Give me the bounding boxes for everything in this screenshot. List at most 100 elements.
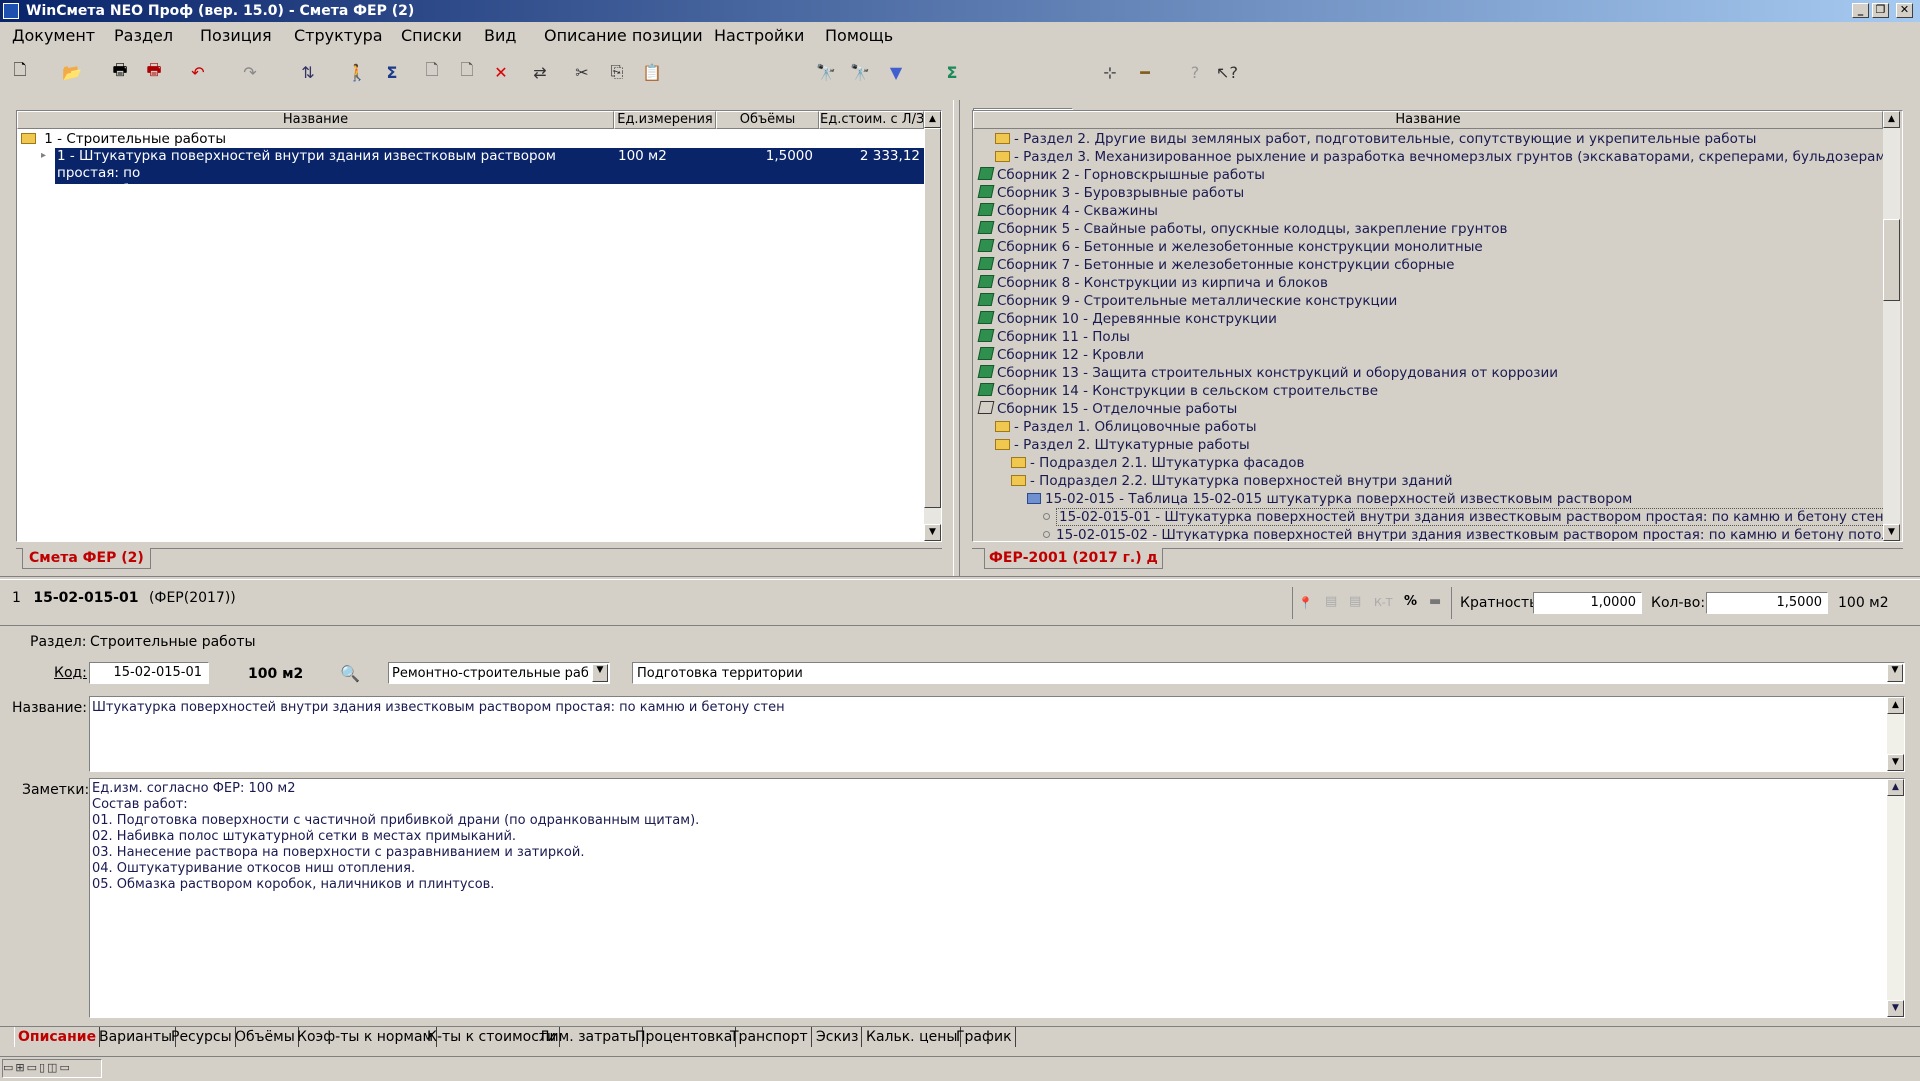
scroll-down-icon[interactable]: ▼: [924, 524, 941, 541]
expand-arrow-icon[interactable]: ▸: [41, 150, 46, 161]
tree-item[interactable]: Сборник 15 - Отделочные работы: [977, 400, 1237, 418]
tab-estimate[interactable]: Смета ФЕР (2): [22, 548, 151, 569]
tree-item[interactable]: 15-02-015-02 - Штукатурка поверхностей в…: [1043, 526, 1883, 541]
menu-section[interactable]: Раздел: [114, 26, 173, 45]
scroll-thumb[interactable]: [924, 128, 941, 508]
tree-column-header-name[interactable]: Название: [973, 111, 1883, 129]
tree-item[interactable]: Сборник 9 - Строительные металлические к…: [977, 292, 1397, 310]
menu-position[interactable]: Позиция: [200, 26, 272, 45]
tree-item[interactable]: Сборник 10 - Деревянные конструкции: [977, 310, 1277, 328]
bottom-tab[interactable]: Лим. затраты: [536, 1027, 643, 1047]
vertical-splitter[interactable]: [953, 100, 960, 576]
right-scrollbar[interactable]: ▲ ▼: [1883, 111, 1900, 541]
scroll-up-icon[interactable]: ▲: [1883, 111, 1900, 128]
bottom-tab[interactable]: Кальк. цены: [863, 1027, 962, 1047]
tree-item[interactable]: Сборник 6 - Бетонные и железобетонные ко…: [977, 238, 1483, 256]
card-icon[interactable]: ▬: [1429, 594, 1441, 609]
bottom-tab[interactable]: Транспорт: [727, 1027, 812, 1047]
bottom-tab[interactable]: Описание: [14, 1027, 101, 1047]
renumber-icon[interactable]: ⇅: [296, 60, 320, 84]
scroll-thumb[interactable]: [1883, 219, 1900, 301]
status-layout-icons[interactable]: ▭⊞▭▯◫▭: [2, 1059, 102, 1078]
table-row[interactable]: ▸ 1 - Штукатурка поверхностей внутри зда…: [17, 148, 924, 198]
bottom-tab[interactable]: Коэф-ты к нормам: [294, 1027, 438, 1047]
tree-item[interactable]: Сборник 3 - Буровзрывные работы: [977, 184, 1244, 202]
menu-help[interactable]: Помощь: [825, 26, 893, 45]
tree-item[interactable]: Сборник 14 - Конструкции в сельском стро…: [977, 382, 1378, 400]
search-norm-icon[interactable]: 🔍: [340, 664, 360, 683]
tab-norms-base[interactable]: ФЕР-2001 (2017 г.) д: [984, 548, 1163, 569]
tree-item[interactable]: - Подраздел 2.2. Штукатурка поверхностей…: [1011, 472, 1452, 490]
column-header-volume[interactable]: Объёмы: [716, 111, 819, 129]
add-row-icon[interactable]: ⊹: [1098, 60, 1122, 84]
code-field[interactable]: 15-02-015-01: [89, 662, 209, 684]
menu-lists[interactable]: Списки: [401, 26, 462, 45]
percent-icon[interactable]: %: [1404, 594, 1417, 609]
print-preview-icon[interactable]: 🖶: [142, 60, 166, 84]
qty-field[interactable]: 1,5000: [1706, 592, 1828, 614]
context-help-icon[interactable]: ↖?: [1215, 60, 1239, 84]
tree-item[interactable]: - Раздел 1. Облицовочные работы: [995, 418, 1257, 436]
pin-icon[interactable]: 📍: [1298, 596, 1313, 610]
tree-item[interactable]: Сборник 5 - Свайные работы, опускные кол…: [977, 220, 1508, 238]
cut-icon[interactable]: ✂: [570, 60, 594, 84]
filter-icon[interactable]: ▼: [884, 60, 908, 84]
left-scrollbar[interactable]: ▲ ▼: [924, 111, 941, 541]
minimize-button[interactable]: _: [1852, 3, 1869, 18]
sum-green-icon[interactable]: Σ: [940, 60, 964, 84]
name-field[interactable]: Штукатурка поверхностей внутри здания из…: [89, 696, 1905, 772]
tree-item[interactable]: Сборник 13 - Защита строительных констру…: [977, 364, 1558, 382]
tree-item[interactable]: - Раздел 3. Механизированное рыхление и …: [995, 148, 1883, 166]
minus-icon[interactable]: ━: [1133, 60, 1157, 84]
section-row[interactable]: 1 - Строительные работы: [17, 130, 924, 148]
tree-item[interactable]: - Подраздел 2.1. Штукатурка фасадов: [1011, 454, 1304, 472]
coeff-table-icon[interactable]: ▤: [1325, 594, 1337, 609]
tree-item[interactable]: Сборник 4 - Скважины: [977, 202, 1158, 220]
print-icon[interactable]: 🖶: [108, 60, 132, 84]
menu-settings[interactable]: Настройки: [714, 26, 804, 45]
new-document-icon[interactable]: 🗋: [8, 60, 32, 84]
chevron-down-icon[interactable]: ▼: [592, 664, 608, 682]
copy-icon[interactable]: ⎘: [605, 60, 629, 84]
tree-item[interactable]: Сборник 2 - Горновскрышные работы: [977, 166, 1265, 184]
tree-item[interactable]: 15-02-015 - Таблица 15-02-015 штукатурка…: [1027, 490, 1632, 508]
menu-structure[interactable]: Структура: [294, 26, 383, 45]
scroll-down-icon[interactable]: ▼: [1887, 1000, 1904, 1017]
menu-view[interactable]: Вид: [484, 26, 516, 45]
notes-field[interactable]: Ед.изм. согласно ФЕР: 100 м2 Состав работ…: [89, 778, 1905, 1018]
multiplicity-field[interactable]: 1,0000: [1533, 592, 1642, 614]
notes-scrollbar[interactable]: ▲ ▼: [1887, 779, 1904, 1017]
binoculars-icon[interactable]: 🔭: [814, 60, 838, 84]
tree-item[interactable]: - Раздел 2. Штукатурные работы: [995, 436, 1250, 454]
delete-icon[interactable]: ✕: [489, 60, 513, 84]
sum-icon[interactable]: Σ: [380, 60, 404, 84]
name-scrollbar[interactable]: ▲ ▼: [1887, 697, 1904, 771]
column-header-unit[interactable]: Ед.измерения: [614, 111, 716, 129]
work-category-combo[interactable]: Подготовка территории ▼: [632, 662, 1905, 684]
bottom-tab[interactable]: Объёмы: [232, 1027, 299, 1047]
binoculars-filter-icon[interactable]: 🔭: [848, 60, 872, 84]
bottom-tab[interactable]: График: [953, 1027, 1016, 1047]
person-icon[interactable]: 🚶: [345, 60, 369, 84]
scroll-down-icon[interactable]: ▼: [1883, 524, 1900, 541]
menu-position-description[interactable]: Описание позиции: [544, 26, 703, 45]
open-folder-icon[interactable]: 📂: [60, 60, 84, 84]
scroll-up-icon[interactable]: ▲: [1887, 779, 1904, 796]
chevron-down-icon[interactable]: ▼: [1887, 664, 1903, 682]
work-type-combo[interactable]: Ремонтно-строительные рабо ▼: [388, 662, 610, 684]
coeff-person-icon[interactable]: ▤: [1349, 594, 1361, 609]
tree-item[interactable]: Сборник 11 - Полы: [977, 328, 1130, 346]
bottom-tab[interactable]: Процентовка: [632, 1027, 737, 1047]
column-header-name[interactable]: Название: [17, 111, 614, 129]
help-icon[interactable]: ?: [1183, 60, 1207, 84]
page-n-icon[interactable]: 🗋: [455, 60, 479, 84]
bottom-tab[interactable]: Варианты: [96, 1027, 177, 1047]
bottom-tab[interactable]: Эскиз: [813, 1027, 863, 1047]
paste-icon[interactable]: 📋: [640, 60, 664, 84]
tree-item[interactable]: 15-02-015-01 - Штукатурка поверхностей в…: [1043, 508, 1883, 526]
redo-icon[interactable]: ↷: [238, 60, 262, 84]
scroll-up-icon[interactable]: ▲: [1887, 697, 1904, 714]
bottom-tab[interactable]: Ресурсы: [168, 1027, 236, 1047]
undo-icon[interactable]: ↶: [186, 60, 210, 84]
menu-document[interactable]: Документ: [12, 26, 95, 45]
